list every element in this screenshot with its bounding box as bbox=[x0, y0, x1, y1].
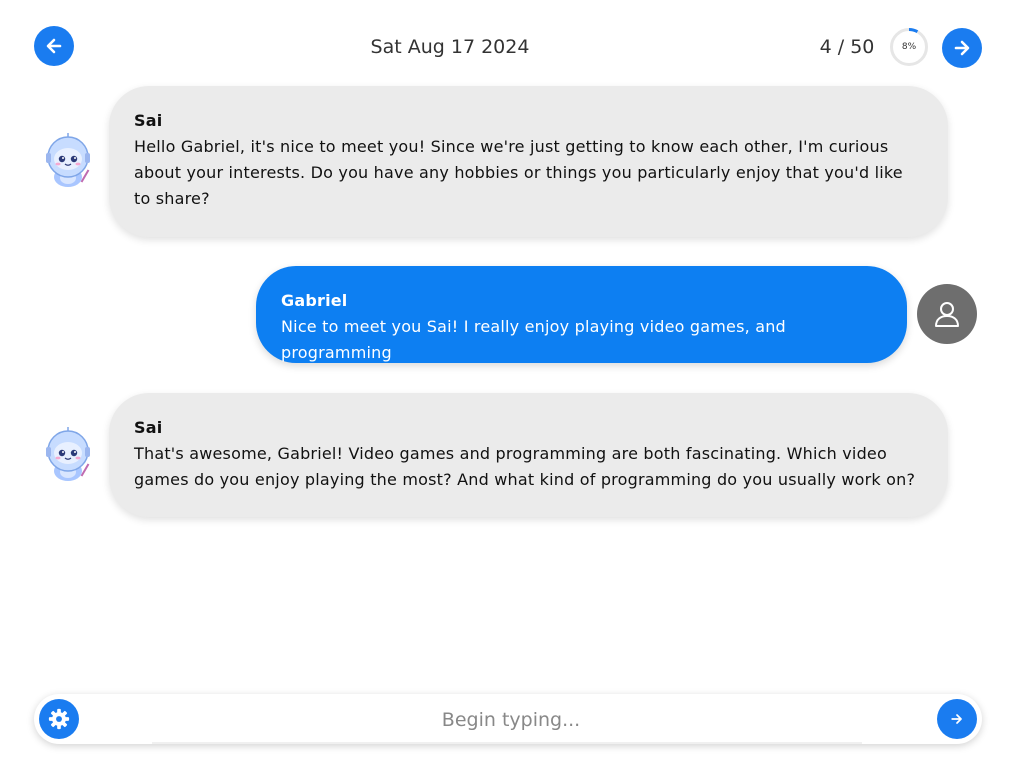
conversation-date: Sat Aug 17 2024 bbox=[370, 36, 530, 58]
progress-ring: 8% bbox=[889, 27, 929, 67]
input-underline bbox=[152, 742, 862, 744]
message-sender: Gabriel bbox=[281, 291, 348, 310]
message-text: That's awesome, Gabriel! Video games and… bbox=[134, 444, 916, 489]
message-counter: 4 / 50 bbox=[819, 36, 875, 58]
bot-avatar bbox=[40, 427, 96, 483]
send-arrow-icon bbox=[951, 714, 962, 724]
message-text: Nice to meet you Sai! I really enjoy pla… bbox=[281, 317, 786, 362]
next-button[interactable] bbox=[942, 28, 982, 68]
arrow-right-icon bbox=[954, 40, 970, 56]
settings-button[interactable] bbox=[39, 699, 79, 739]
message-input[interactable] bbox=[114, 702, 908, 738]
message-bubble-bot: Sai That's awesome, Gabriel! Video games… bbox=[109, 393, 948, 517]
bot-avatar bbox=[40, 133, 96, 189]
send-button[interactable] bbox=[937, 699, 977, 739]
message-sender: Sai bbox=[134, 111, 163, 130]
progress-label: 8% bbox=[901, 42, 917, 52]
message-text: Hello Gabriel, it's nice to meet you! Si… bbox=[134, 137, 903, 208]
prev-button[interactable] bbox=[34, 26, 74, 66]
message-sender: Sai bbox=[134, 418, 163, 437]
message-bubble-bot: Sai Hello Gabriel, it's nice to meet you… bbox=[109, 86, 948, 237]
gear-icon bbox=[48, 708, 70, 730]
user-icon bbox=[935, 302, 959, 327]
message-bubble-user: Gabriel Nice to meet you Sai! I really e… bbox=[256, 266, 907, 363]
message-composer bbox=[34, 694, 982, 744]
user-avatar bbox=[917, 284, 977, 344]
arrow-left-icon bbox=[46, 38, 62, 54]
